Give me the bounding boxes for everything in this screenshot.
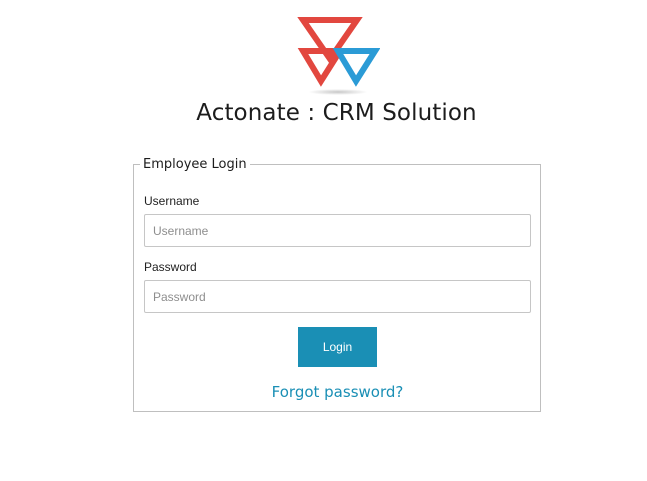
forgot-password-link[interactable]: Forgot password?: [0, 383, 647, 401]
username-label: Username: [144, 194, 200, 208]
logo: [296, 16, 381, 98]
password-label: Password: [144, 260, 197, 274]
password-input[interactable]: [144, 280, 531, 313]
username-input[interactable]: [144, 214, 531, 247]
login-button[interactable]: Login: [298, 327, 377, 367]
triangles-logo-icon: [297, 17, 381, 95]
page-title: Actonate : CRM Solution: [196, 100, 477, 126]
employee-login-legend: Employee Login: [143, 157, 247, 172]
